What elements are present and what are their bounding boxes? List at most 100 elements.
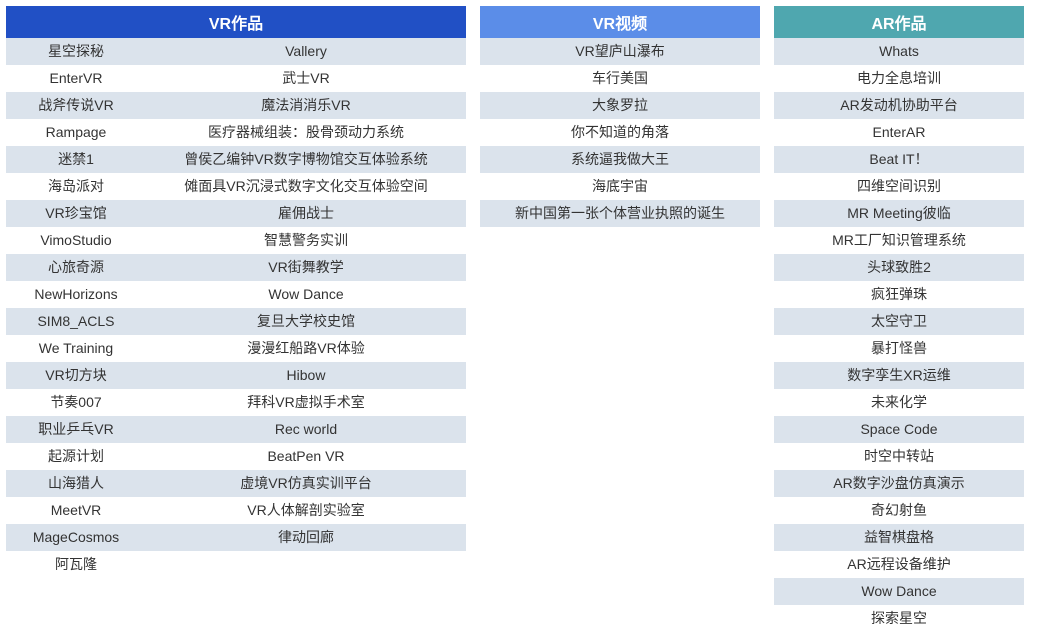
table-row: Beat IT！	[774, 146, 1024, 173]
table-cell: EnterVR	[6, 65, 146, 92]
table-row: 起源计划BeatPen VR	[6, 443, 466, 470]
table-cell: 拜科VR虚拟手术室	[146, 389, 466, 416]
table-row: MR Meeting彼临	[774, 200, 1024, 227]
table-cell: AR发动机协助平台	[774, 92, 1024, 119]
table-cell: NewHorizons	[6, 281, 146, 308]
table-cell: 心旅奇源	[6, 254, 146, 281]
table-row: 未来化学	[774, 389, 1024, 416]
table-cell: 车行美国	[480, 65, 760, 92]
table-row: 电力全息培训	[774, 65, 1024, 92]
table-cell: 新中国第一张个体营业执照的诞生	[480, 200, 760, 227]
table-cell: 暴打怪兽	[774, 335, 1024, 362]
vr-works-table: VR作品 星空探秘ValleryEnterVR武士VR战斧传说VR魔法消消乐VR…	[6, 6, 466, 578]
table-row: AR远程设备维护	[774, 551, 1024, 578]
table-row: VimoStudio智慧警务实训	[6, 227, 466, 254]
table-cell: BeatPen VR	[146, 443, 466, 470]
table-row: 探索星空	[774, 605, 1024, 632]
table-cell: Rec world	[146, 416, 466, 443]
table-cell: 头球致胜2	[774, 254, 1024, 281]
table-row: Whats	[774, 38, 1024, 65]
table-row: MR工厂知识管理系统	[774, 227, 1024, 254]
table-cell: VR人体解剖实验室	[146, 497, 466, 524]
table-row: SIM8_ACLS复旦大学校史馆	[6, 308, 466, 335]
table-cell: 益智棋盘格	[774, 524, 1024, 551]
table-cell: SIM8_ACLS	[6, 308, 146, 335]
table-cell: Wow Dance	[774, 578, 1024, 605]
table-row: 迷禁1曾侯乙编钟VR数字博物馆交互体验系统	[6, 146, 466, 173]
table-row: 四维空间识别	[774, 173, 1024, 200]
table-row: Wow Dance	[774, 578, 1024, 605]
table-row: 你不知道的角落	[480, 119, 760, 146]
table-cell: Hibow	[146, 362, 466, 389]
table-row: EnterVR武士VR	[6, 65, 466, 92]
table-row: 数字孪生XR运维	[774, 362, 1024, 389]
table-row: EnterAR	[774, 119, 1024, 146]
table-row: Space Code	[774, 416, 1024, 443]
table-cell: MeetVR	[6, 497, 146, 524]
table-cell: Beat IT！	[774, 146, 1024, 173]
table-cell: EnterAR	[774, 119, 1024, 146]
table-row: 大象罗拉	[480, 92, 760, 119]
table-cell: Wow Dance	[146, 281, 466, 308]
table-row: VR珍宝馆雇佣战士	[6, 200, 466, 227]
vr-video-header: VR视频	[480, 6, 760, 38]
table-cell: We Training	[6, 335, 146, 362]
table-cell: 未来化学	[774, 389, 1024, 416]
table-row: VR望庐山瀑布	[480, 38, 760, 65]
table-cell: 探索星空	[774, 605, 1024, 632]
table-row: 暴打怪兽	[774, 335, 1024, 362]
table-cell: 武士VR	[146, 65, 466, 92]
table-cell: 系统逼我做大王	[480, 146, 760, 173]
table-cell: 漫漫红船路VR体验	[146, 335, 466, 362]
table-cell: AR远程设备维护	[774, 551, 1024, 578]
table-cell: 四维空间识别	[774, 173, 1024, 200]
table-row: 海底宇宙	[480, 173, 760, 200]
table-cell: MageCosmos	[6, 524, 146, 551]
table-row: 奇幻射鱼	[774, 497, 1024, 524]
table-cell: 阿瓦隆	[6, 551, 146, 578]
table-row: MeetVRVR人体解剖实验室	[6, 497, 466, 524]
table-row: Rampage医疗器械组装：股骨颈动力系统	[6, 119, 466, 146]
table-cell: 傩面具VR沉浸式数字文化交互体验空间	[146, 173, 466, 200]
table-cell: 医疗器械组装：股骨颈动力系统	[146, 119, 466, 146]
table-cell: 大象罗拉	[480, 92, 760, 119]
table-cell: VR望庐山瀑布	[480, 38, 760, 65]
table-cell: 电力全息培训	[774, 65, 1024, 92]
table-row: 车行美国	[480, 65, 760, 92]
table-cell: 起源计划	[6, 443, 146, 470]
table-cell: 战斧传说VR	[6, 92, 146, 119]
table-cell: Whats	[774, 38, 1024, 65]
table-cell: 你不知道的角落	[480, 119, 760, 146]
table-row: 战斧传说VR魔法消消乐VR	[6, 92, 466, 119]
table-row: NewHorizonsWow Dance	[6, 281, 466, 308]
table-row: AR发动机协助平台	[774, 92, 1024, 119]
table-cell: MR Meeting彼临	[774, 200, 1024, 227]
tables-container: VR作品 星空探秘ValleryEnterVR武士VR战斧传说VR魔法消消乐VR…	[6, 6, 1034, 632]
table-cell: VR街舞教学	[146, 254, 466, 281]
table-cell: 海底宇宙	[480, 173, 760, 200]
table-cell: 职业乒乓VR	[6, 416, 146, 443]
ar-works-header: AR作品	[774, 6, 1024, 38]
table-cell: 数字孪生XR运维	[774, 362, 1024, 389]
table-row: 太空守卫	[774, 308, 1024, 335]
table-cell: Space Code	[774, 416, 1024, 443]
table-cell: 智慧警务实训	[146, 227, 466, 254]
table-cell: 迷禁1	[6, 146, 146, 173]
table-cell: VR珍宝馆	[6, 200, 146, 227]
table-cell: 节奏007	[6, 389, 146, 416]
table-cell: AR数字沙盘仿真演示	[774, 470, 1024, 497]
table-cell: 复旦大学校史馆	[146, 308, 466, 335]
vr-works-header: VR作品	[6, 6, 466, 38]
table-row: 海岛派对傩面具VR沉浸式数字文化交互体验空间	[6, 173, 466, 200]
vr-video-table: VR视频 VR望庐山瀑布车行美国大象罗拉你不知道的角落系统逼我做大王海底宇宙新中…	[480, 6, 760, 227]
table-cell: Rampage	[6, 119, 146, 146]
table-cell: 奇幻射鱼	[774, 497, 1024, 524]
table-cell: 虚境VR仿真实训平台	[146, 470, 466, 497]
table-row: 疯狂弹珠	[774, 281, 1024, 308]
table-cell: 时空中转站	[774, 443, 1024, 470]
table-cell: Vallery	[146, 38, 466, 65]
table-cell: 雇佣战士	[146, 200, 466, 227]
table-row: MageCosmos律动回廊	[6, 524, 466, 551]
table-row: 系统逼我做大王	[480, 146, 760, 173]
table-row: 头球致胜2	[774, 254, 1024, 281]
